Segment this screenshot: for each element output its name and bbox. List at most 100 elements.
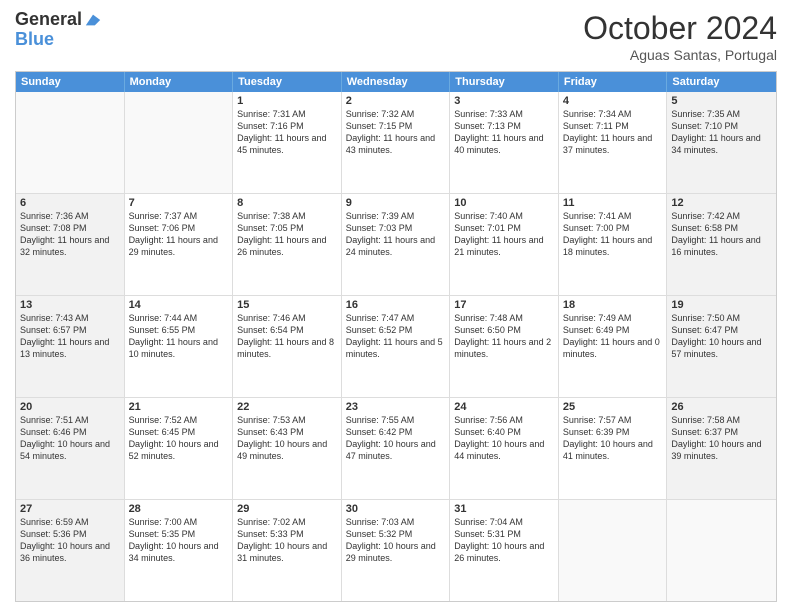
day-number: 29 (237, 503, 337, 515)
cell-text: Sunrise: 7:36 AM Sunset: 7:08 PM Dayligh… (20, 210, 120, 259)
day-number: 26 (671, 401, 772, 413)
calendar-cell: 14Sunrise: 7:44 AM Sunset: 6:55 PM Dayli… (125, 296, 234, 397)
calendar-cell: 29Sunrise: 7:02 AM Sunset: 5:33 PM Dayli… (233, 500, 342, 601)
cell-text: Sunrise: 7:57 AM Sunset: 6:39 PM Dayligh… (563, 414, 663, 463)
day-number: 16 (346, 299, 446, 311)
cell-text: Sunrise: 7:56 AM Sunset: 6:40 PM Dayligh… (454, 414, 554, 463)
calendar-row: 13Sunrise: 7:43 AM Sunset: 6:57 PM Dayli… (16, 295, 776, 397)
calendar-cell: 7Sunrise: 7:37 AM Sunset: 7:06 PM Daylig… (125, 194, 234, 295)
cell-text: Sunrise: 7:55 AM Sunset: 6:42 PM Dayligh… (346, 414, 446, 463)
day-number: 20 (20, 401, 120, 413)
calendar-cell: 21Sunrise: 7:52 AM Sunset: 6:45 PM Dayli… (125, 398, 234, 499)
calendar-cell (16, 92, 125, 193)
cal-header-cell: Sunday (16, 72, 125, 92)
calendar-cell: 10Sunrise: 7:40 AM Sunset: 7:01 PM Dayli… (450, 194, 559, 295)
day-number: 3 (454, 95, 554, 107)
cell-text: Sunrise: 7:33 AM Sunset: 7:13 PM Dayligh… (454, 108, 554, 157)
calendar-cell: 11Sunrise: 7:41 AM Sunset: 7:00 PM Dayli… (559, 194, 668, 295)
day-number: 14 (129, 299, 229, 311)
calendar-cell: 8Sunrise: 7:38 AM Sunset: 7:05 PM Daylig… (233, 194, 342, 295)
cell-text: Sunrise: 7:35 AM Sunset: 7:10 PM Dayligh… (671, 108, 772, 157)
day-number: 28 (129, 503, 229, 515)
calendar-cell: 24Sunrise: 7:56 AM Sunset: 6:40 PM Dayli… (450, 398, 559, 499)
cell-text: Sunrise: 7:52 AM Sunset: 6:45 PM Dayligh… (129, 414, 229, 463)
cell-text: Sunrise: 7:53 AM Sunset: 6:43 PM Dayligh… (237, 414, 337, 463)
calendar-cell: 31Sunrise: 7:04 AM Sunset: 5:31 PM Dayli… (450, 500, 559, 601)
calendar-cell: 19Sunrise: 7:50 AM Sunset: 6:47 PM Dayli… (667, 296, 776, 397)
cell-text: Sunrise: 6:59 AM Sunset: 5:36 PM Dayligh… (20, 516, 120, 565)
calendar-cell: 15Sunrise: 7:46 AM Sunset: 6:54 PM Dayli… (233, 296, 342, 397)
cell-text: Sunrise: 7:03 AM Sunset: 5:32 PM Dayligh… (346, 516, 446, 565)
cell-text: Sunrise: 7:40 AM Sunset: 7:01 PM Dayligh… (454, 210, 554, 259)
cell-text: Sunrise: 7:39 AM Sunset: 7:03 PM Dayligh… (346, 210, 446, 259)
day-number: 2 (346, 95, 446, 107)
calendar-header: SundayMondayTuesdayWednesdayThursdayFrid… (16, 72, 776, 92)
calendar-cell: 25Sunrise: 7:57 AM Sunset: 6:39 PM Dayli… (559, 398, 668, 499)
cell-text: Sunrise: 7:37 AM Sunset: 7:06 PM Dayligh… (129, 210, 229, 259)
day-number: 4 (563, 95, 663, 107)
calendar-row: 20Sunrise: 7:51 AM Sunset: 6:46 PM Dayli… (16, 397, 776, 499)
day-number: 5 (671, 95, 772, 107)
cal-header-cell: Wednesday (342, 72, 451, 92)
cal-header-cell: Monday (125, 72, 234, 92)
day-number: 23 (346, 401, 446, 413)
logo-text-blue: Blue (15, 29, 54, 49)
calendar: SundayMondayTuesdayWednesdayThursdayFrid… (15, 71, 777, 602)
day-number: 13 (20, 299, 120, 311)
day-number: 27 (20, 503, 120, 515)
day-number: 1 (237, 95, 337, 107)
calendar-cell: 9Sunrise: 7:39 AM Sunset: 7:03 PM Daylig… (342, 194, 451, 295)
calendar-cell: 3Sunrise: 7:33 AM Sunset: 7:13 PM Daylig… (450, 92, 559, 193)
calendar-body: 1Sunrise: 7:31 AM Sunset: 7:16 PM Daylig… (16, 92, 776, 601)
calendar-cell: 20Sunrise: 7:51 AM Sunset: 6:46 PM Dayli… (16, 398, 125, 499)
calendar-row: 27Sunrise: 6:59 AM Sunset: 5:36 PM Dayli… (16, 499, 776, 601)
cell-text: Sunrise: 7:41 AM Sunset: 7:00 PM Dayligh… (563, 210, 663, 259)
calendar-cell: 28Sunrise: 7:00 AM Sunset: 5:35 PM Dayli… (125, 500, 234, 601)
day-number: 7 (129, 197, 229, 209)
cell-text: Sunrise: 7:31 AM Sunset: 7:16 PM Dayligh… (237, 108, 337, 157)
cell-text: Sunrise: 7:38 AM Sunset: 7:05 PM Dayligh… (237, 210, 337, 259)
calendar-cell (667, 500, 776, 601)
calendar-cell: 30Sunrise: 7:03 AM Sunset: 5:32 PM Dayli… (342, 500, 451, 601)
day-number: 15 (237, 299, 337, 311)
cell-text: Sunrise: 7:43 AM Sunset: 6:57 PM Dayligh… (20, 312, 120, 361)
calendar-row: 6Sunrise: 7:36 AM Sunset: 7:08 PM Daylig… (16, 193, 776, 295)
day-number: 12 (671, 197, 772, 209)
cell-text: Sunrise: 7:02 AM Sunset: 5:33 PM Dayligh… (237, 516, 337, 565)
cell-text: Sunrise: 7:58 AM Sunset: 6:37 PM Dayligh… (671, 414, 772, 463)
cal-header-cell: Saturday (667, 72, 776, 92)
day-number: 21 (129, 401, 229, 413)
cal-header-cell: Tuesday (233, 72, 342, 92)
calendar-cell: 18Sunrise: 7:49 AM Sunset: 6:49 PM Dayli… (559, 296, 668, 397)
cell-text: Sunrise: 7:46 AM Sunset: 6:54 PM Dayligh… (237, 312, 337, 361)
cell-text: Sunrise: 7:48 AM Sunset: 6:50 PM Dayligh… (454, 312, 554, 361)
cell-text: Sunrise: 7:44 AM Sunset: 6:55 PM Dayligh… (129, 312, 229, 361)
cell-text: Sunrise: 7:42 AM Sunset: 6:58 PM Dayligh… (671, 210, 772, 259)
day-number: 31 (454, 503, 554, 515)
calendar-cell: 16Sunrise: 7:47 AM Sunset: 6:52 PM Dayli… (342, 296, 451, 397)
calendar-cell: 1Sunrise: 7:31 AM Sunset: 7:16 PM Daylig… (233, 92, 342, 193)
day-number: 8 (237, 197, 337, 209)
cell-text: Sunrise: 7:47 AM Sunset: 6:52 PM Dayligh… (346, 312, 446, 361)
calendar-cell: 2Sunrise: 7:32 AM Sunset: 7:15 PM Daylig… (342, 92, 451, 193)
cal-header-cell: Friday (559, 72, 668, 92)
calendar-cell: 22Sunrise: 7:53 AM Sunset: 6:43 PM Dayli… (233, 398, 342, 499)
logo-icon (84, 11, 102, 29)
calendar-cell: 12Sunrise: 7:42 AM Sunset: 6:58 PM Dayli… (667, 194, 776, 295)
cell-text: Sunrise: 7:34 AM Sunset: 7:11 PM Dayligh… (563, 108, 663, 157)
cell-text: Sunrise: 7:00 AM Sunset: 5:35 PM Dayligh… (129, 516, 229, 565)
calendar-cell: 6Sunrise: 7:36 AM Sunset: 7:08 PM Daylig… (16, 194, 125, 295)
day-number: 19 (671, 299, 772, 311)
cell-text: Sunrise: 7:50 AM Sunset: 6:47 PM Dayligh… (671, 312, 772, 361)
cell-text: Sunrise: 7:32 AM Sunset: 7:15 PM Dayligh… (346, 108, 446, 157)
calendar-cell: 23Sunrise: 7:55 AM Sunset: 6:42 PM Dayli… (342, 398, 451, 499)
day-number: 9 (346, 197, 446, 209)
calendar-cell: 4Sunrise: 7:34 AM Sunset: 7:11 PM Daylig… (559, 92, 668, 193)
day-number: 10 (454, 197, 554, 209)
title-block: October 2024 Aguas Santas, Portugal (583, 10, 777, 63)
calendar-cell: 17Sunrise: 7:48 AM Sunset: 6:50 PM Dayli… (450, 296, 559, 397)
cell-text: Sunrise: 7:04 AM Sunset: 5:31 PM Dayligh… (454, 516, 554, 565)
calendar-cell (125, 92, 234, 193)
day-number: 25 (563, 401, 663, 413)
day-number: 6 (20, 197, 120, 209)
